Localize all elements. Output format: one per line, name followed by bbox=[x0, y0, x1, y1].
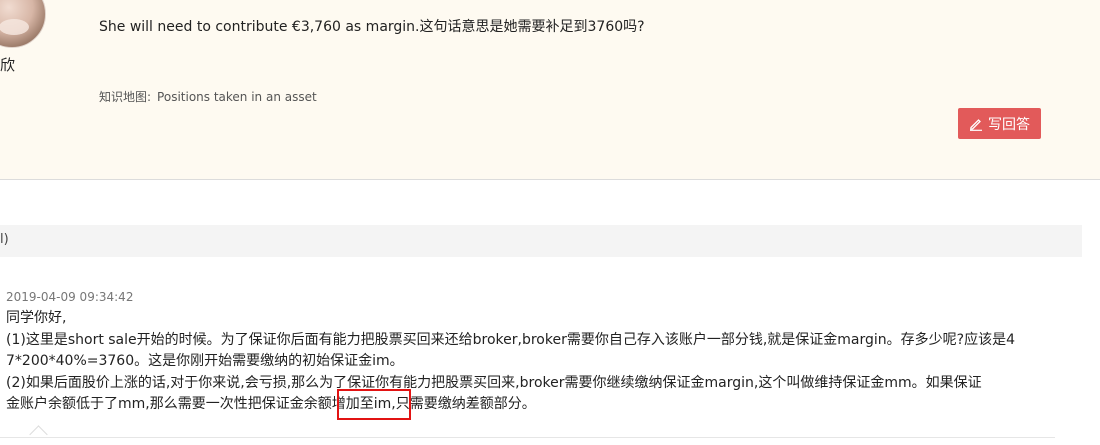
answer-line: 金账户余额低于了mm,那么需要一次性把保证金余额增加至im,只需要缴纳差额部分。 bbox=[6, 396, 536, 412]
write-answer-button[interactable]: 写回答 bbox=[958, 108, 1041, 139]
pencil-icon bbox=[969, 117, 983, 131]
answer-timestamp: 2019-04-09 09:34:42 bbox=[6, 290, 134, 304]
answer-body: 同学你好, (1)这里是short sale开始的时候。为了保证你后面有能力把股… bbox=[6, 308, 1056, 416]
knowledge-map-link[interactable]: Positions taken in an asset bbox=[157, 90, 317, 104]
answer-line: 7*200*40%=3760。这是你刚开始需要缴纳的初始保证金im。 bbox=[6, 353, 404, 369]
user-name[interactable]: 欣 bbox=[0, 54, 15, 75]
answer-line: (2)如果后面股价上涨的话,对于你来说,会亏损,那么为了保证你有能力把股票买回来… bbox=[6, 374, 982, 391]
answer-line: 同学你好, bbox=[6, 310, 67, 326]
answer-line: (1)这里是short sale开始的时候。为了保证你后面有能力把股票买回来还给… bbox=[6, 331, 1016, 348]
knowledge-map: 知识地图: Positions taken in an asset bbox=[99, 88, 317, 105]
caret-up-icon bbox=[29, 425, 48, 444]
question-panel: 欣 She will need to contribute €3,760 as … bbox=[0, 0, 1100, 180]
avatar[interactable] bbox=[0, 0, 46, 48]
question-text: She will need to contribute €3,760 as ma… bbox=[99, 19, 645, 35]
section-bar-label: l) bbox=[0, 232, 9, 247]
knowledge-map-label: 知识地图: bbox=[99, 90, 152, 104]
highlight-annotation-box bbox=[337, 389, 411, 420]
section-bar: l) bbox=[0, 225, 1082, 257]
divider bbox=[0, 437, 1055, 438]
write-answer-label: 写回答 bbox=[988, 116, 1030, 133]
